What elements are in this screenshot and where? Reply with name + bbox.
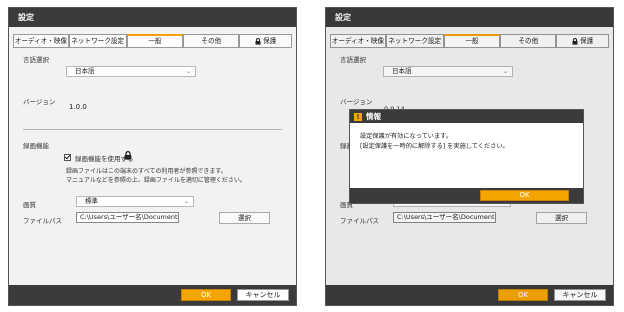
tab-audio-video[interactable]: オーディオ・映像 <box>13 34 69 47</box>
version-value: 1.0.0 <box>69 103 87 111</box>
filepath-label: ファイルパス <box>23 217 62 225</box>
recording-checkbox[interactable] <box>64 154 71 161</box>
tab-protection-label: 保護 <box>263 37 277 45</box>
select-button[interactable]: 選択 <box>219 212 270 224</box>
info-dialog: 情報 ! 設定保護が有効になっています。 [設定保護を一時的に解除する] を実施… <box>349 109 584 204</box>
tab-general[interactable]: 一般 <box>126 34 184 47</box>
quality-label: 画質 <box>23 201 36 209</box>
tab-protection[interactable]: 保護 <box>239 34 292 47</box>
settings-window: 設定 オーディオ・映像 ネットワーク設定 一般 その他 保護 言語選択 日本語 … <box>8 7 297 306</box>
dialog-ok-button[interactable]: OK <box>480 190 569 201</box>
quality-select-value: 標準 <box>85 197 98 205</box>
info-icon: ! <box>354 113 362 121</box>
dialog-title-label: 情報 <box>366 112 381 121</box>
language-select[interactable]: 日本語 ⌄ <box>66 66 196 77</box>
lock-icon <box>255 37 261 45</box>
tab-other[interactable]: その他 <box>183 34 240 47</box>
divider <box>23 129 282 130</box>
window-footer: OK キャンセル <box>9 285 296 305</box>
filepath-field[interactable]: C:\Users\ユーザー名\Documents <box>76 212 179 223</box>
lock-icon <box>124 151 132 160</box>
ok-button[interactable]: OK <box>181 289 231 301</box>
recording-section-label: 録画機能 <box>23 142 49 150</box>
cancel-button[interactable]: キャンセル <box>237 289 289 301</box>
quality-select[interactable]: 標準 ⌄ <box>76 196 194 207</box>
tab-network[interactable]: ネットワーク設定 <box>68 34 127 47</box>
dialog-message-line-1: 設定保護が有効になっています。 <box>360 133 452 140</box>
tab-bar: オーディオ・映像 ネットワーク設定 一般 その他 保護 <box>13 34 292 48</box>
recording-note-line-2: マニュアルなどを参照の上、録画ファイルを適切に管理ください。 <box>66 177 246 184</box>
dialog-title: 情報 <box>350 110 583 123</box>
recording-note-line-1: 録画ファイルはこの端末のすべての利用者が参照できます。 <box>66 168 227 175</box>
chevron-down-icon: ⌄ <box>183 198 189 205</box>
settings-window-with-dialog: 設定 オーディオ・映像 ネットワーク設定 一般 その他 保護 言語選択 日本語 … <box>325 7 614 306</box>
general-panel: 言語選択 日本語 ⌄ バージョン 1.0.0 録画機能 録画機能を使用する 録画… <box>9 48 296 285</box>
language-select-value: 日本語 <box>75 67 95 75</box>
chevron-down-icon: ⌄ <box>185 68 191 75</box>
dialog-message-line-2: [設定保護を一時的に解除する] を実施してください。 <box>360 143 509 150</box>
version-label: バージョン <box>23 98 56 106</box>
window-title: 設定 <box>9 8 296 27</box>
language-label: 言語選択 <box>23 56 49 64</box>
dialog-footer: OK <box>350 188 583 203</box>
